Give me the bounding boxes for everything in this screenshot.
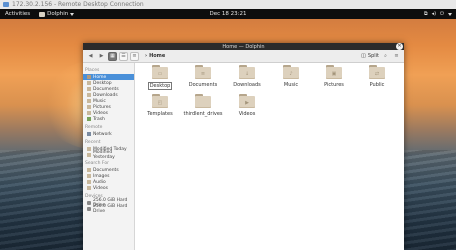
file-item-documents[interactable]: ≡ Documents — [185, 65, 221, 88]
sidebar-item-label: Videos — [93, 110, 108, 116]
chevron-down-icon — [448, 12, 452, 16]
back-button[interactable]: ◀ — [86, 52, 95, 61]
hard-drive-icon — [87, 207, 91, 211]
sidebar-item-label: Home — [93, 74, 107, 80]
file-label: Pictures — [324, 82, 344, 88]
trash-icon — [87, 117, 91, 121]
folder-icon — [87, 99, 91, 103]
folder-downloads-icon: ↓ — [239, 65, 255, 79]
folder-icon — [87, 111, 91, 115]
system-tray[interactable]: ⧉ ◂) ⏻ — [424, 11, 452, 17]
calendar-icon — [87, 147, 91, 151]
activities-button[interactable]: Activities — [0, 11, 35, 17]
file-item-music[interactable]: ♪ Music — [273, 65, 309, 88]
video-icon — [87, 186, 91, 190]
folder-music-icon: ♪ — [283, 65, 299, 79]
details-view-button[interactable]: ≡ — [130, 51, 139, 61]
calendar-icon — [87, 153, 91, 157]
file-label: Videos — [238, 111, 256, 117]
sidebar-header-remote: Remote — [85, 125, 103, 130]
rdp-titlebar: 172.30.2.156 - Remote Desktop Connection — [0, 0, 456, 9]
split-button[interactable]: ◫ Split — [361, 53, 379, 59]
close-button[interactable]: ✕ — [396, 43, 403, 50]
sidebar-header-places: Places — [85, 68, 100, 73]
sidebar-item-label: Pictures — [93, 104, 111, 110]
image-icon — [87, 174, 91, 178]
folder-public-icon: ⇄ — [369, 65, 385, 79]
volume-icon: ◂) — [431, 11, 437, 17]
audio-icon — [87, 180, 91, 184]
window-titlebar[interactable]: Home — Dolphin ✕ — [83, 43, 404, 50]
sidebar-item-label: Downloads — [93, 92, 118, 98]
rdp-title: 172.30.2.156 - Remote Desktop Connection — [12, 1, 144, 8]
sidebar-item-label: Trash — [93, 116, 105, 122]
file-item-videos[interactable]: ▶ Videos — [229, 94, 265, 117]
places-sidebar: Places Home Desktop Documents Downloads … — [83, 63, 135, 250]
file-label: thirdlent_drives — [183, 111, 223, 117]
chevron-down-icon — [70, 12, 75, 16]
sidebar-item-label: Desktop — [93, 80, 112, 86]
file-item-public[interactable]: ⇄ Public — [359, 65, 395, 88]
split-icon: ◫ — [361, 53, 366, 59]
chevron-right-icon: › — [145, 53, 148, 59]
sidebar-item-label: Documents — [93, 167, 119, 173]
dolphin-icon — [39, 11, 46, 17]
sidebar-item-label: Audio — [93, 179, 106, 185]
folder-icon — [87, 93, 91, 97]
icons-view-button[interactable]: ▦ — [108, 51, 117, 61]
top-panel: Activities Dolphin Dec 18 23:21 ⧉ ◂) ⏻ — [0, 9, 456, 19]
file-item-pictures[interactable]: ▣ Pictures — [316, 65, 352, 88]
file-manager-window: Home — Dolphin ✕ ◀ ▶ ▦ ☰ ≡ › Home ◫ Spli… — [83, 43, 404, 250]
sidebar-header-recent: Recent — [85, 140, 101, 145]
folder-icon — [195, 94, 211, 108]
app-menu[interactable]: Dolphin — [35, 11, 78, 17]
folder-videos-icon: ▶ — [239, 94, 255, 108]
folder-icon — [87, 105, 91, 109]
split-label: Split — [367, 53, 379, 59]
sidebar-item-label: Images — [93, 173, 110, 179]
compact-view-button[interactable]: ☰ — [119, 51, 128, 61]
file-label: Music — [283, 82, 299, 88]
sidebar-item-label: Network — [93, 131, 112, 137]
document-icon — [87, 168, 91, 172]
folder-icon — [87, 81, 91, 85]
folder-desktop-icon: ▭ — [152, 65, 168, 79]
file-label: Documents — [188, 82, 218, 88]
file-item-downloads[interactable]: ↓ Downloads — [229, 65, 265, 88]
file-item-desktop[interactable]: ▭ Desktop — [142, 65, 178, 90]
folder-pictures-icon: ▣ — [326, 65, 342, 79]
app-menu-label: Dolphin — [47, 11, 69, 17]
file-item-thirdlent-drives[interactable]: thirdlent_drives — [183, 94, 223, 117]
sidebar-item-label: Documents — [93, 86, 119, 92]
file-view: ▭ Desktop ≡ Documents ↓ Downloads ♪ Musi… — [136, 63, 404, 250]
file-label: Downloads — [233, 82, 261, 88]
home-icon — [87, 75, 91, 79]
network-icon: ⧉ — [423, 11, 428, 17]
sidebar-item-drive-2[interactable]: 256.0 GiB Hard Drive — [83, 204, 134, 214]
network-icon — [87, 132, 91, 136]
folder-templates-icon: ◰ — [152, 94, 168, 108]
sidebar-item-label: 256.0 GiB Hard Drive — [93, 204, 128, 214]
sidebar-item-label: Music — [93, 98, 106, 104]
folder-documents-icon: ≡ — [195, 65, 211, 79]
sidebar-item-label: Modified Yesterday — [93, 150, 115, 160]
breadcrumb[interactable]: › Home — [145, 53, 165, 59]
forward-button[interactable]: ▶ — [97, 52, 106, 61]
power-icon: ⏻ — [440, 11, 444, 17]
folder-icon — [87, 87, 91, 91]
file-label: Templates — [147, 111, 173, 117]
file-label: Public — [369, 82, 385, 88]
file-item-templates[interactable]: ◰ Templates — [142, 94, 178, 117]
hard-drive-icon — [87, 201, 91, 205]
file-label: Desktop — [147, 82, 173, 90]
breadcrumb-home[interactable]: Home — [149, 53, 165, 59]
sidebar-item-label: Videos — [93, 185, 108, 191]
search-icon[interactable]: ⌕ — [381, 52, 390, 61]
rdp-icon — [3, 2, 9, 7]
hamburger-menu-icon[interactable]: ≡ — [392, 52, 401, 61]
window-title: Home — Dolphin — [222, 43, 265, 50]
toolbar: ◀ ▶ ▦ ☰ ≡ › Home ◫ Split ⌕ ≡ — [83, 50, 404, 63]
